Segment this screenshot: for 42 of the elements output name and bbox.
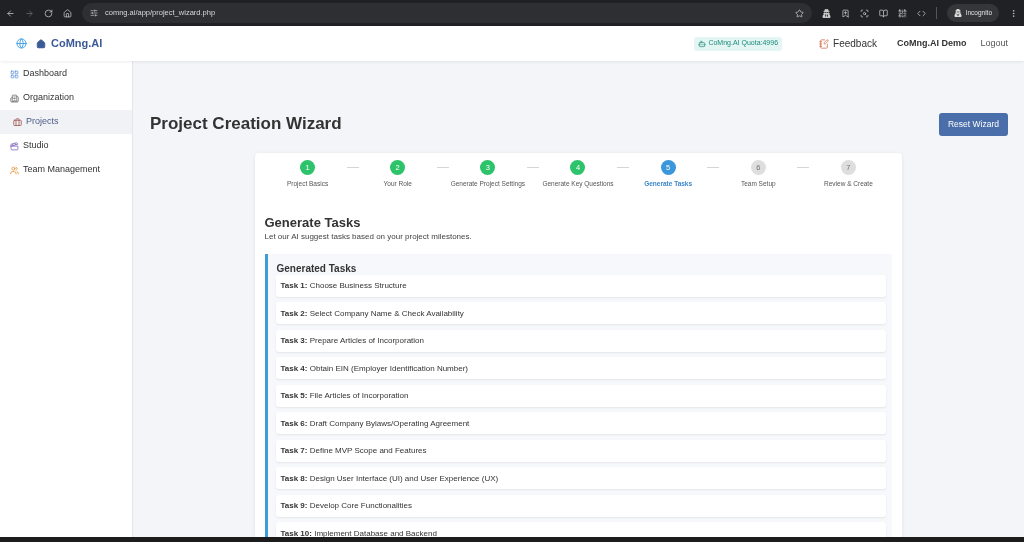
home-icon[interactable] bbox=[63, 8, 72, 18]
task-row: Task 4: Obtain EIN (Employer Identification Number) bbox=[275, 357, 886, 380]
briefcase-icon bbox=[13, 117, 22, 127]
clapperboard-icon bbox=[10, 141, 19, 151]
task-row: Task 9: Develop Core Functionalities bbox=[275, 494, 886, 517]
people-icon bbox=[10, 165, 19, 175]
panel-title: Generated Tasks bbox=[276, 262, 358, 275]
spy-icon bbox=[953, 9, 962, 17]
task-row: Task 8: Design User Interface (UI) and User Experience (UX) bbox=[275, 467, 886, 490]
bookmark-icon[interactable] bbox=[840, 8, 850, 18]
book-icon[interactable] bbox=[878, 8, 888, 18]
section-title: Generate Tasks bbox=[264, 214, 362, 231]
menu-icon[interactable] bbox=[1009, 8, 1018, 18]
task-row: Task 1: Choose Business Structure bbox=[275, 274, 886, 297]
scan-icon[interactable] bbox=[859, 8, 869, 18]
feedback-link[interactable]: Feedback bbox=[819, 36, 877, 51]
notepad-icon bbox=[819, 38, 830, 49]
reset-wizard-button[interactable]: Reset Wizard bbox=[939, 112, 1008, 136]
page-title: Project Creation Wizard bbox=[150, 113, 342, 136]
task-row: Task 3: Prepare Articles of Incorporation bbox=[275, 329, 886, 352]
grid-icon bbox=[10, 69, 19, 79]
code-icon[interactable] bbox=[916, 8, 926, 18]
logout-link[interactable]: Logout bbox=[980, 36, 1008, 51]
brand-link[interactable]: CoMng.AI bbox=[36, 35, 103, 52]
globe-icon bbox=[16, 38, 27, 49]
account-link[interactable]: CoMng.AI Demo bbox=[896, 36, 967, 51]
spy-icon[interactable] bbox=[821, 8, 831, 18]
reload-icon[interactable] bbox=[44, 8, 53, 18]
star-icon[interactable] bbox=[794, 8, 804, 18]
task-row: Task 2: Select Company Name & Check Availability bbox=[275, 302, 886, 325]
task-row: Task 10: Implement Database and Backend bbox=[275, 522, 886, 537]
home-icon bbox=[36, 38, 46, 49]
sidebar-item[interactable]: Projects bbox=[0, 110, 132, 134]
back-icon[interactable] bbox=[6, 8, 15, 18]
task-row: Task 5: File Articles of Incorporation bbox=[275, 384, 886, 407]
building-icon bbox=[10, 93, 19, 103]
task-row: Task 7: Define MVP Scope and Features bbox=[275, 439, 886, 462]
section-subtitle: Let our AI suggest tasks based on your project milestones. bbox=[264, 230, 473, 242]
grid-icon[interactable] bbox=[897, 8, 907, 18]
tune-icon[interactable] bbox=[90, 9, 98, 17]
robot-icon bbox=[698, 39, 707, 48]
task-row: Task 6: Draft Company Bylaws/Operating Agreement bbox=[275, 412, 886, 435]
